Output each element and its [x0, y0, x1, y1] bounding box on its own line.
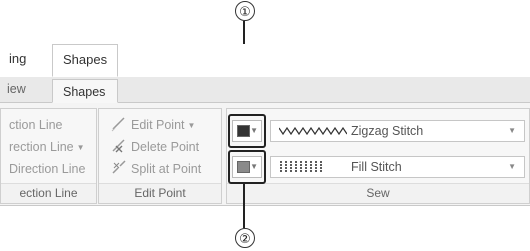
delete-direction-line-label: Direction Line: [9, 162, 86, 176]
fill-stitch-value: Fill Stitch: [351, 160, 402, 174]
delete-direction-line-button[interactable]: Direction Line: [9, 159, 85, 179]
line-color-swatch: [237, 125, 250, 137]
fill-color-swatch: [237, 161, 250, 173]
chevron-down-icon: ▼: [187, 121, 196, 130]
chevron-down-icon: ▼: [508, 162, 516, 171]
delete-point-icon: [111, 138, 127, 154]
subtab-shapes[interactable]: Shapes: [52, 79, 118, 103]
callout-1: ①: [235, 1, 255, 21]
group-direction-line: ction Line rection Line ▼ Direction Line …: [0, 108, 97, 204]
callout-2: ②: [235, 228, 255, 248]
line-stitch-select[interactable]: Zigzag Stitch ▼: [270, 120, 525, 142]
reverse-direction-line-label: rection Line: [9, 140, 74, 154]
split-point-icon: [111, 160, 127, 176]
chevron-down-icon: ▼: [508, 126, 516, 135]
fill-stitch-select[interactable]: Fill Stitch ▼: [270, 156, 525, 178]
subtab-partial[interactable]: iew: [7, 77, 26, 102]
fill-pattern-icon: [280, 161, 322, 173]
tab-shapes[interactable]: Shapes: [52, 44, 118, 77]
chevron-down-icon: ▼: [250, 126, 258, 135]
ribbon-tab-strip: ing Shapes: [0, 44, 530, 78]
group-label-direction-line: ection Line: [1, 183, 96, 203]
zigzag-pattern-icon: [279, 126, 347, 136]
delete-point-button[interactable]: Delete Point: [111, 137, 199, 157]
direction-line-label: ction Line: [9, 118, 63, 132]
ribbon-subtab-strip: iew Shapes: [0, 77, 530, 103]
edit-point-label: Edit Point: [131, 118, 185, 132]
tab-partial[interactable]: ing: [9, 44, 26, 77]
line-stitch-value: Zigzag Stitch: [351, 124, 424, 138]
chevron-down-icon: ▼: [76, 143, 85, 152]
fill-color-button[interactable]: ▼: [232, 156, 262, 178]
group-label-edit-point: Edit Point: [99, 183, 221, 203]
edit-point-button[interactable]: Edit Point ▼: [111, 115, 195, 135]
reverse-direction-line-button[interactable]: rection Line ▼: [9, 137, 85, 157]
group-edit-point: Edit Point ▼ Delete Point Split at Point …: [98, 108, 222, 204]
delete-point-label: Delete Point: [131, 140, 200, 154]
split-at-point-label: Split at Point: [131, 162, 202, 176]
line-color-button[interactable]: ▼: [232, 120, 262, 142]
callout-2-leader: [243, 184, 245, 228]
group-label-sew: Sew: [227, 183, 529, 203]
direction-line-button[interactable]: ction Line: [9, 115, 63, 135]
edit-point-icon: [111, 116, 127, 132]
split-at-point-button[interactable]: Split at Point: [111, 159, 201, 179]
chevron-down-icon: ▼: [250, 162, 258, 171]
